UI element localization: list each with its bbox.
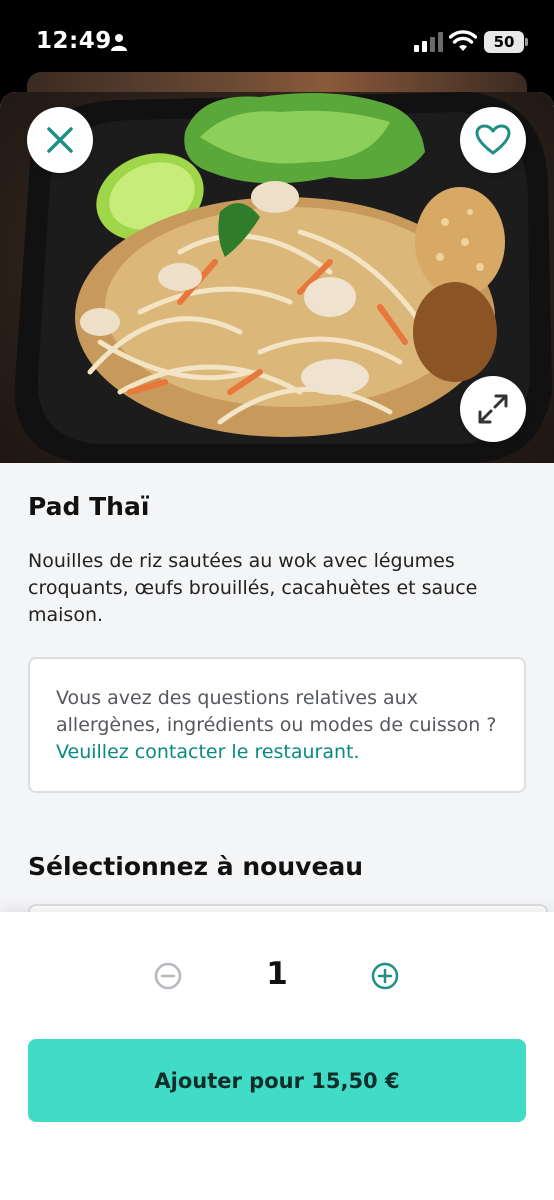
wifi-icon (449, 30, 477, 51)
expand-icon (478, 394, 508, 424)
quantity-value: 1 (266, 956, 288, 992)
contact-restaurant-link[interactable]: Veuillez contacter le restaurant. (56, 741, 360, 763)
heart-icon (475, 124, 511, 155)
add-to-cart-button[interactable]: Ajouter pour 15,50 € (28, 1039, 526, 1122)
options-section-title: Sélectionnez à nouveau (28, 852, 364, 881)
product-title: Pad Thaï (28, 492, 150, 521)
status-time: 12:49 (36, 28, 112, 54)
minus-circle-icon[interactable] (154, 962, 182, 990)
order-panel: 1 Ajouter pour 15,50 € (0, 912, 554, 1200)
plus-circle-icon[interactable] (371, 962, 399, 990)
allergen-notice-text: Vous avez des questions relatives aux al… (56, 687, 497, 736)
product-image (0, 92, 554, 463)
allergen-notice: Vous avez des questions relatives aux al… (28, 657, 526, 793)
battery-indicator: 50 (484, 31, 528, 53)
expand-image-button[interactable] (460, 376, 526, 442)
close-button[interactable] (27, 107, 93, 173)
close-icon (47, 127, 73, 153)
signal-icon (414, 32, 443, 52)
person-icon (111, 34, 127, 51)
favorite-button[interactable] (460, 107, 526, 173)
product-description: Nouilles de riz sautées au wok avec légu… (28, 550, 478, 626)
